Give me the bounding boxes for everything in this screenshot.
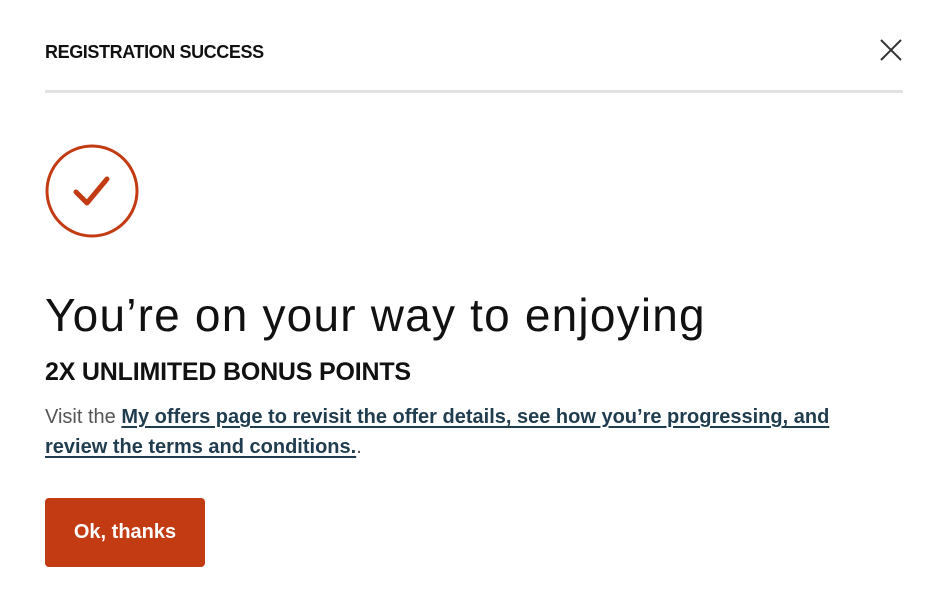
close-button[interactable]	[878, 37, 904, 63]
body-suffix: .	[356, 436, 362, 458]
body-prefix: Visit the	[45, 406, 122, 428]
checkmark-circle-icon	[45, 144, 139, 238]
registration-success-modal: REGISTRATION SUCCESS You’re on your way …	[0, 0, 948, 602]
modal-header: REGISTRATION SUCCESS	[45, 37, 904, 66]
my-offers-link[interactable]: My offers page to revisit the offer deta…	[45, 406, 829, 458]
offer-description: Visit the My offers page to revisit the …	[45, 402, 895, 462]
headline: You’re on your way to enjoying	[45, 289, 706, 341]
modal-title: REGISTRATION SUCCESS	[45, 42, 264, 62]
header-divider	[45, 90, 903, 93]
ok-thanks-button[interactable]: Ok, thanks	[45, 498, 205, 567]
offer-name: 2X UNLIMITED BONUS POINTS	[45, 358, 411, 386]
close-icon	[880, 39, 902, 61]
